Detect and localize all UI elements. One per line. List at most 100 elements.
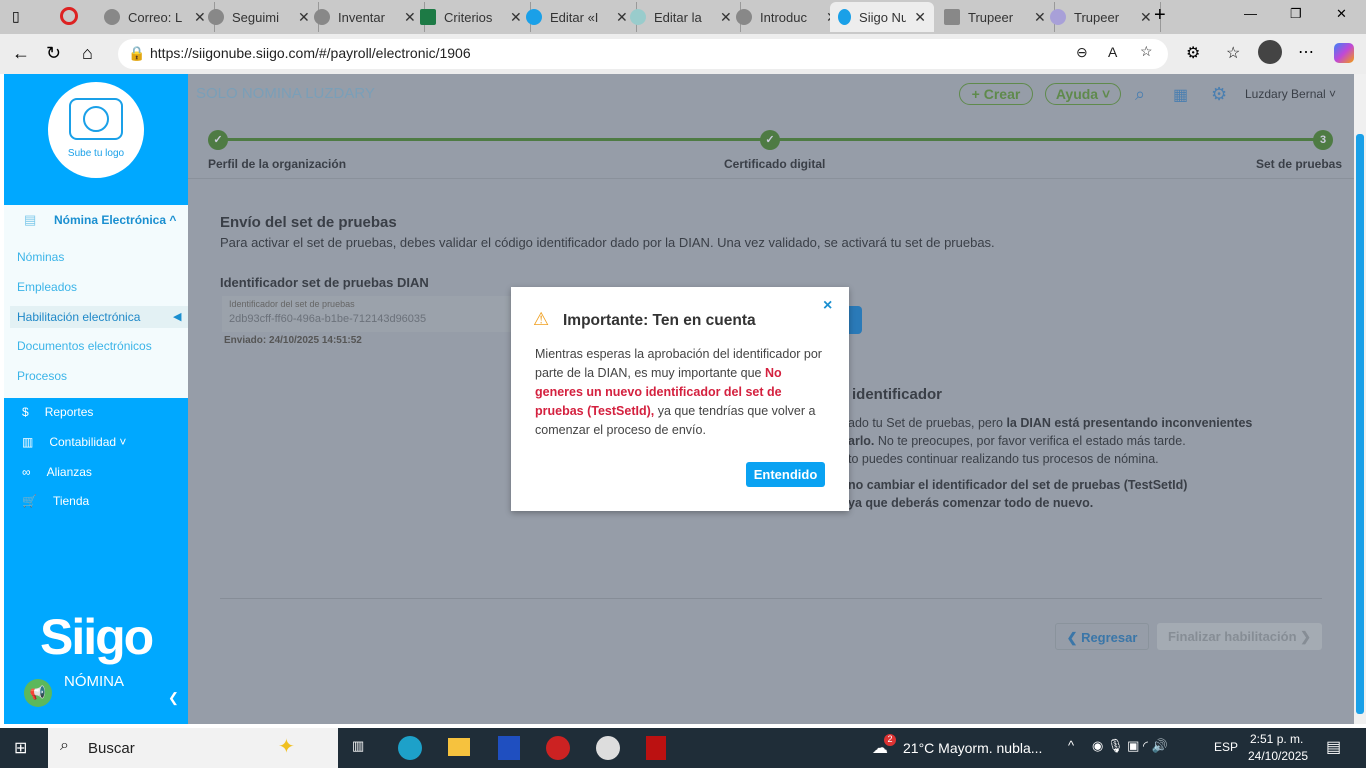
tray-chevron-icon[interactable]: ^ <box>1068 738 1074 753</box>
tab[interactable]: Introduc✕ <box>728 2 847 32</box>
url-field[interactable]: 🔒 https://siigonube.siigo.com/#/payroll/e… <box>118 39 1168 69</box>
browser-tabbar: ▯ Correo: L ✕ Seguimi ✕ Inventar ✕ Criterio… <box>0 0 1366 34</box>
announcement-icon[interactable]: 📢 <box>24 679 52 707</box>
tab-actions-icon[interactable]: ▯ <box>12 8 20 25</box>
tab[interactable]: Editar «I ✕ <box>518 2 637 32</box>
taskbar: ⊞ ⌕ Buscar ✦ ▥ ☁ 2 21°C Mayorm. nubla...… <box>0 728 1366 768</box>
more-icon[interactable]: ⋯ <box>1298 42 1314 62</box>
siigo-logo: Siigo <box>40 609 154 665</box>
user-menu[interactable]: Luzdary Bernal ˅ <box>1245 87 1336 101</box>
company-name: SOLO NOMINA LUZDARY <box>196 85 375 102</box>
teams-icon[interactable] <box>546 736 570 760</box>
tab[interactable]: Trupeer ✕ <box>936 2 1055 32</box>
identifier-field[interactable]: Identificador del set de pruebas 2db93cf… <box>222 296 522 332</box>
calendar-icon[interactable]: ▦ <box>1173 85 1188 105</box>
sidebar-item-alianzas[interactable]: ∞ Alianzas <box>22 465 92 479</box>
new-tab-icon[interactable]: + <box>1154 4 1166 27</box>
sidebar-item-reportes[interactable]: $ Reportes <box>22 405 93 419</box>
section-nomina-electronica[interactable]: Nómina Electrónica ^ <box>54 213 176 227</box>
step-1-label: Perfil de la organización <box>208 157 347 171</box>
sidebar-item-contabilidad[interactable]: ▥ Contabilidad ˅ <box>22 435 126 449</box>
close-icon[interactable]: ✕ <box>914 9 926 26</box>
search-icon[interactable]: ⌕ <box>1135 84 1145 105</box>
extensions-icon[interactable]: ⚙ <box>1186 43 1200 63</box>
collapse-sidebar-icon[interactable]: ❮ <box>168 690 179 706</box>
sidebar-item-procesos[interactable]: Procesos <box>17 369 67 383</box>
close-window-icon[interactable]: ✕ <box>1336 6 1347 22</box>
star-icon[interactable]: ☆ <box>1140 43 1153 60</box>
modal-body: Mientras esperas la aprobación del ident… <box>535 345 827 440</box>
understood-button[interactable]: Entendido <box>746 462 825 487</box>
record-icon[interactable] <box>60 7 78 25</box>
app-icon[interactable] <box>498 736 520 760</box>
modal-title: Importante: Ten en cuenta <box>563 312 756 329</box>
tab-siigo-active[interactable]: Siigo Nu ✕ <box>830 2 934 32</box>
minimize-icon[interactable]: — <box>1244 6 1257 21</box>
outlook-icon <box>104 9 120 25</box>
active-caret-icon: ◀ <box>173 311 182 323</box>
file-explorer-icon[interactable] <box>448 738 470 756</box>
text: ado tu Set de pruebas, pero <box>848 416 1007 430</box>
zoom-icon[interactable]: ⊖ <box>1076 44 1088 61</box>
clock-time[interactable]: 2:51 p. m. <box>1250 732 1303 746</box>
globe-icon <box>208 9 224 25</box>
back-icon[interactable]: ← <box>12 43 30 64</box>
text: to puedes continuar realizando tus proce… <box>848 452 1159 466</box>
close-icon[interactable]: × <box>823 297 832 315</box>
section-description: Para activar el set de pruebas, debes va… <box>220 235 995 250</box>
favorites-icon[interactable]: ☆ <box>1226 43 1240 63</box>
acrobat-icon[interactable] <box>646 736 666 760</box>
sidebar-item-tienda[interactable]: 🛒 Tienda <box>22 494 89 508</box>
windows-start-icon[interactable]: ⊞ <box>14 738 27 758</box>
refresh-icon[interactable]: ↻ <box>46 43 61 64</box>
task-view-icon[interactable]: ▥ <box>352 738 364 754</box>
step-3-label: Set de pruebas <box>1256 157 1343 171</box>
back-button[interactable]: ❮ Regresar <box>1055 623 1149 650</box>
language[interactable]: ESP <box>1214 740 1238 754</box>
tab[interactable]: Inventar ✕ <box>306 2 425 32</box>
notifications-icon[interactable]: ▤ <box>1326 737 1341 757</box>
app-icon[interactable] <box>596 736 620 760</box>
siigo-icon <box>838 9 852 25</box>
sidebar-item-habilitacion[interactable]: Habilitación electrónica <box>10 306 188 328</box>
upload-logo-button[interactable]: Sube tu logo <box>48 82 144 178</box>
help-button[interactable]: Ayuda ˅ <box>1045 83 1121 105</box>
tab[interactable]: Editar la ✕ <box>622 2 741 32</box>
sidebar-item-nominas[interactable]: Nóminas <box>17 250 64 264</box>
tray-icons[interactable]: ◉ 🎙 ▣ ◜ 🔊 <box>1092 738 1168 754</box>
copilot-icon[interactable] <box>1334 43 1354 63</box>
tab[interactable]: Criterios ✕ <box>412 2 531 32</box>
divider <box>220 598 1322 599</box>
text: la DIAN está presentando inconvenientes <box>1006 416 1253 430</box>
create-button[interactable]: + Crear <box>959 83 1033 105</box>
status-title: identificador <box>852 386 943 403</box>
sidebar-item-empleados[interactable]: Empleados <box>17 280 77 294</box>
profile-avatar[interactable] <box>1258 40 1282 64</box>
copilot-sparkle-icon: ✦ <box>278 736 295 758</box>
search-box[interactable]: ⌕ Buscar ✦ <box>48 728 338 768</box>
identifier-value: 2db93cff-ff60-496a-b1be-712143d96035 <box>229 313 427 325</box>
clock-date[interactable]: 24/10/2025 <box>1248 749 1308 763</box>
weather-text[interactable]: 21°C Mayorm. nubla... <box>903 740 1042 756</box>
divider <box>188 178 1354 179</box>
cart-icon: 🛒 <box>22 494 37 508</box>
settings-icon[interactable]: ⚙ <box>1211 84 1227 105</box>
read-aloud-icon[interactable]: A <box>1108 44 1117 60</box>
status-message: ado tu Set de pruebas, pero la DIAN está… <box>848 414 1288 512</box>
finish-button[interactable]: Finalizar habilitación ❯ <box>1157 623 1322 650</box>
home-icon[interactable]: ⌂ <box>82 43 93 64</box>
siigo-icon <box>630 9 646 25</box>
excel-icon <box>420 9 436 25</box>
step-3: 3 <box>1313 130 1333 150</box>
document-icon: ▤ <box>24 212 37 227</box>
tab[interactable]: Seguimi ✕ <box>200 2 319 32</box>
reports-icon: $ <box>22 405 29 419</box>
scrollbar[interactable] <box>1354 74 1366 724</box>
maximize-icon[interactable]: ❐ <box>1290 6 1302 22</box>
brand-subtitle: NÓMINA <box>64 673 124 690</box>
tab[interactable]: Trupeer ✕ <box>1042 2 1161 32</box>
tab-correo[interactable]: Correo: L ✕ <box>96 2 215 32</box>
edge-icon[interactable] <box>398 736 422 760</box>
close-icon[interactable]: ✕ <box>1140 9 1152 26</box>
sidebar-item-documentos[interactable]: Documentos electrónicos <box>17 339 152 353</box>
